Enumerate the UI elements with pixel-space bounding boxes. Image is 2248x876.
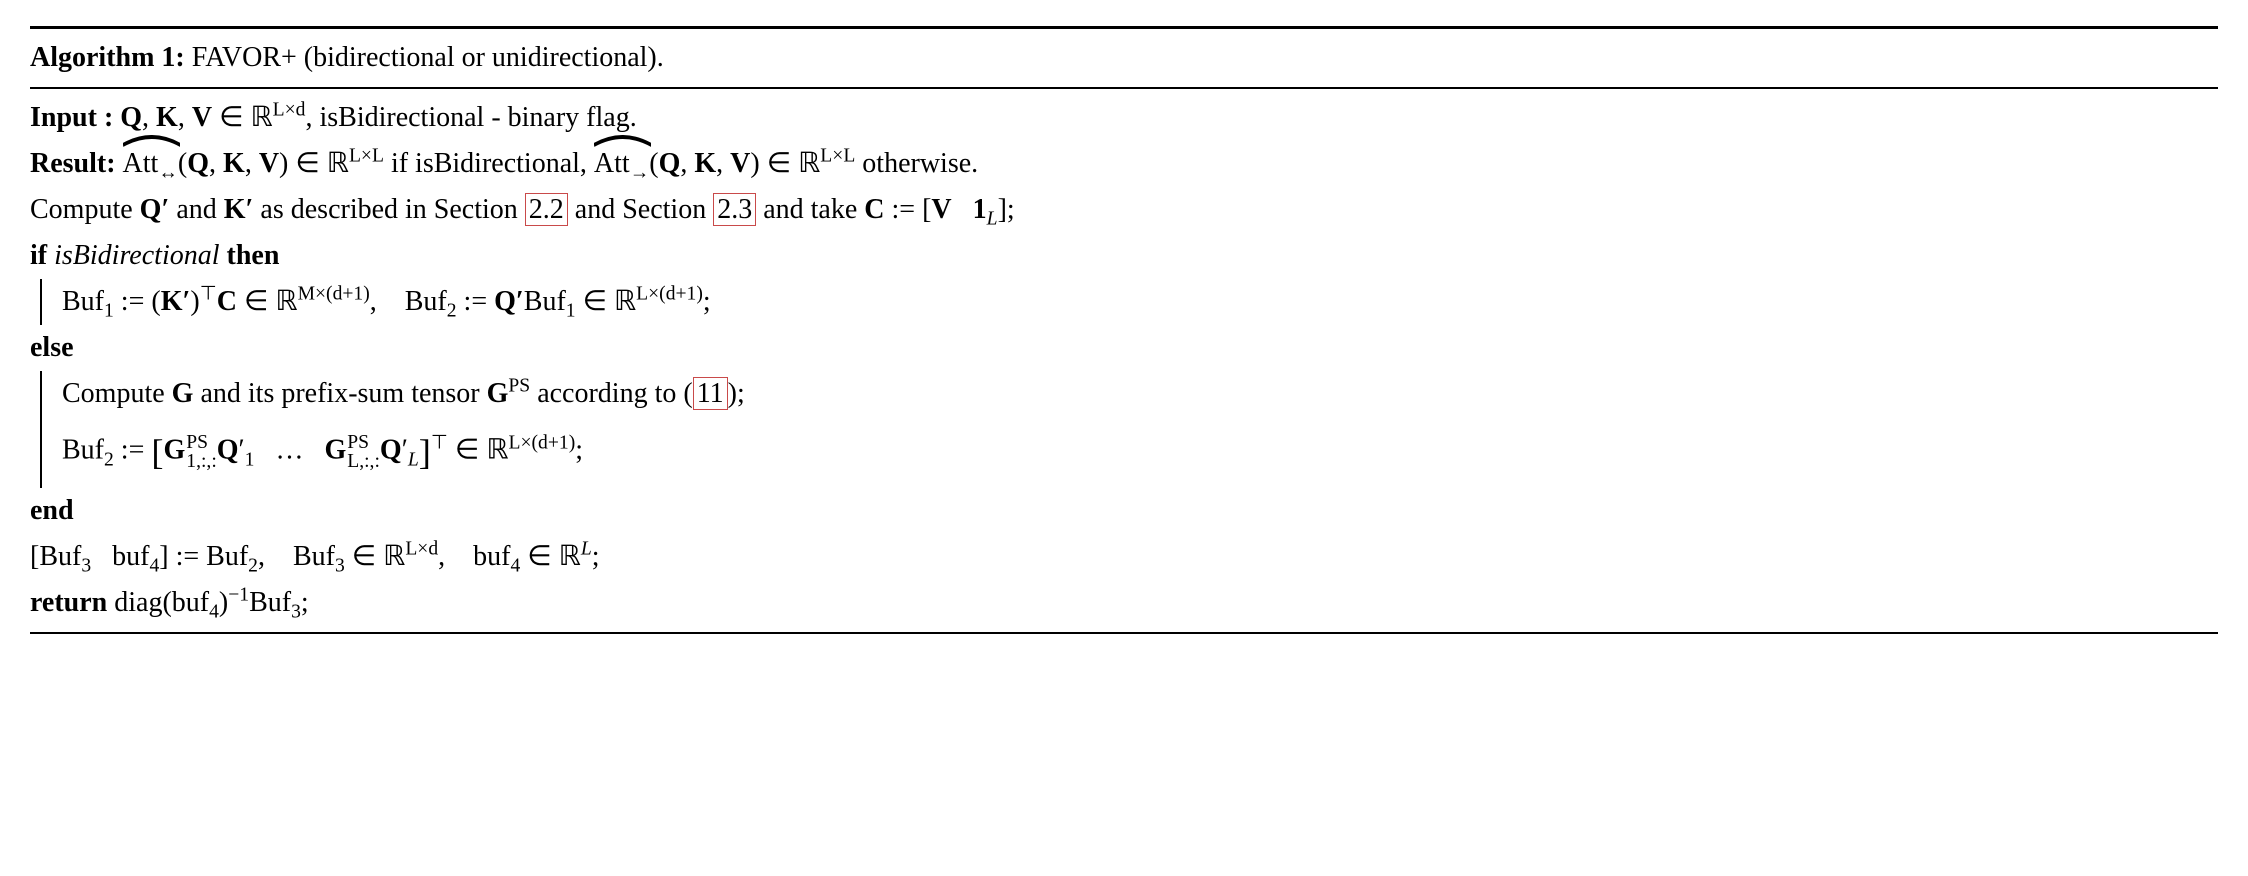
compute-line: Compute Q′ and K′ as described in Sectio… bbox=[30, 187, 2218, 233]
else-compute-a: Compute bbox=[62, 378, 172, 409]
result-tail: otherwise. bbox=[855, 148, 978, 179]
buf1-sub3: 1 bbox=[566, 301, 576, 322]
compute-e: as described in Section bbox=[253, 194, 524, 225]
split-sub2: 2 bbox=[248, 555, 258, 576]
else-line: else bbox=[30, 325, 2218, 371]
gL-bot: L,:,: bbox=[347, 452, 380, 472]
end-label: end bbox=[30, 495, 74, 526]
else-body: Compute G and its prefix-sum tensor GPS … bbox=[30, 371, 2218, 488]
compute-d: K′ bbox=[224, 194, 254, 225]
algorithm-block: Algorithm 1: FAVOR+ (bidirectional or un… bbox=[30, 26, 2218, 634]
else-compute-sup: PS bbox=[508, 376, 530, 397]
if-body: Buf1 := (K′)⊤C ∈ ℝM×(d+1), Buf2 := Q′Buf… bbox=[30, 279, 2218, 325]
q1-sub: 1 bbox=[245, 449, 255, 470]
else-buf-trans: ⊤ bbox=[431, 432, 448, 453]
section-ref-2[interactable]: 2.3 bbox=[713, 193, 756, 226]
algorithm-title-line: Algorithm 1: FAVOR+ (bidirectional or un… bbox=[30, 35, 2218, 81]
split-line: [Buf3 buf4] := Buf2, Buf3 ∈ ℝL×d, buf4 ∈… bbox=[30, 534, 2218, 580]
buf1-trans: ⊤ bbox=[200, 284, 217, 305]
rule-bottom bbox=[30, 632, 2218, 634]
compute-g: and take bbox=[756, 194, 864, 225]
buf1-line: Buf1 := (K′)⊤C ∈ ℝM×(d+1), Buf2 := Q′Buf… bbox=[62, 279, 711, 325]
split-sub4: 4 bbox=[149, 555, 159, 576]
compute-f: and Section bbox=[568, 194, 713, 225]
gL-top: PS bbox=[347, 433, 380, 453]
input-math: Q, K, V ∈ ℝL×d, isBidirectional - binary… bbox=[120, 102, 636, 133]
buf1-exp: M×(d+1) bbox=[298, 284, 370, 305]
else-buf-line: Buf2 := [GPS1,:,:Q′1 … GPSL,:,:Q′L]⊤ ∈ ℝ… bbox=[62, 417, 745, 488]
split-semi: ; bbox=[592, 541, 600, 572]
split-sub3b: 3 bbox=[335, 555, 345, 576]
split-sub3: 3 bbox=[81, 555, 91, 576]
input-label: Input : bbox=[30, 102, 113, 133]
result-mid: if isBidirectional, bbox=[384, 148, 594, 179]
if-label: if bbox=[30, 240, 47, 271]
end-line: end bbox=[30, 488, 2218, 534]
result-att1: Att bbox=[123, 148, 159, 179]
else-buf-sub: 2 bbox=[104, 449, 114, 470]
compute-c: and bbox=[169, 194, 223, 225]
if-line: if isBidirectional then bbox=[30, 233, 2218, 279]
else-label: else bbox=[30, 332, 74, 363]
compute-b: Q′ bbox=[140, 194, 170, 225]
g1-bot: 1,:,: bbox=[186, 452, 216, 472]
then-label: then bbox=[227, 240, 280, 271]
buf2-sub: 2 bbox=[447, 301, 457, 322]
if-cond: isBidirectional bbox=[47, 240, 226, 271]
result-exp1: L×L bbox=[349, 146, 384, 167]
input-line: Input : Q, K, V ∈ ℝL×d, isBidirectional … bbox=[30, 95, 2218, 141]
return-label: return bbox=[30, 587, 107, 618]
result-math: Att↔ (Q, K, V) ∈ ℝL×L if isBidirectional… bbox=[123, 148, 979, 179]
result-sub2: → bbox=[630, 163, 650, 184]
result-label: Result: bbox=[30, 148, 116, 179]
result-sub1: ↔ bbox=[158, 163, 178, 184]
else-compute-c: and its prefix-sum tensor bbox=[193, 378, 486, 409]
eq-ref[interactable]: 11 bbox=[693, 377, 728, 410]
result-line: Result: Att↔ (Q, K, V) ∈ ℝL×L if isBidir… bbox=[30, 141, 2218, 187]
split-sub4b: 4 bbox=[510, 555, 520, 576]
result-exp2: L×L bbox=[820, 146, 855, 167]
else-compute-e: according to ( bbox=[530, 378, 693, 409]
return-line: return diag(buf4)−1Buf3; bbox=[30, 580, 2218, 626]
else-compute-d: G bbox=[487, 378, 509, 409]
return-sub: 4 bbox=[209, 601, 219, 622]
buf2-exp: L×(d+1) bbox=[636, 284, 703, 305]
else-compute-line: Compute G and its prefix-sum tensor GPS … bbox=[62, 371, 745, 417]
algorithm-title: FAVOR+ (bidirectional or unidirectional)… bbox=[192, 42, 664, 73]
result-att2: Att bbox=[594, 148, 630, 179]
rule-top bbox=[30, 26, 2218, 29]
input-exp: L×d bbox=[273, 100, 306, 121]
buf1-semi: ; bbox=[703, 286, 711, 317]
section-ref-1[interactable]: 2.2 bbox=[525, 193, 568, 226]
compute-a: Compute bbox=[30, 194, 140, 225]
return-semi: ; bbox=[301, 587, 309, 618]
buf1-sub: 1 bbox=[104, 301, 114, 322]
else-compute-f: ); bbox=[728, 378, 745, 409]
return-sub3: 3 bbox=[291, 601, 301, 622]
else-buf-exp: L×(d+1) bbox=[509, 432, 576, 453]
rule-under-title bbox=[30, 87, 2218, 89]
else-compute-b: G bbox=[172, 378, 194, 409]
else-buf-semi: ; bbox=[575, 435, 583, 466]
return-sup: −1 bbox=[228, 584, 249, 605]
input-tail: , isBidirectional - binary flag. bbox=[305, 102, 636, 133]
split-exp1: L×d bbox=[405, 538, 438, 559]
g1-top: PS bbox=[186, 433, 216, 453]
algorithm-label: Algorithm 1: bbox=[30, 42, 185, 73]
